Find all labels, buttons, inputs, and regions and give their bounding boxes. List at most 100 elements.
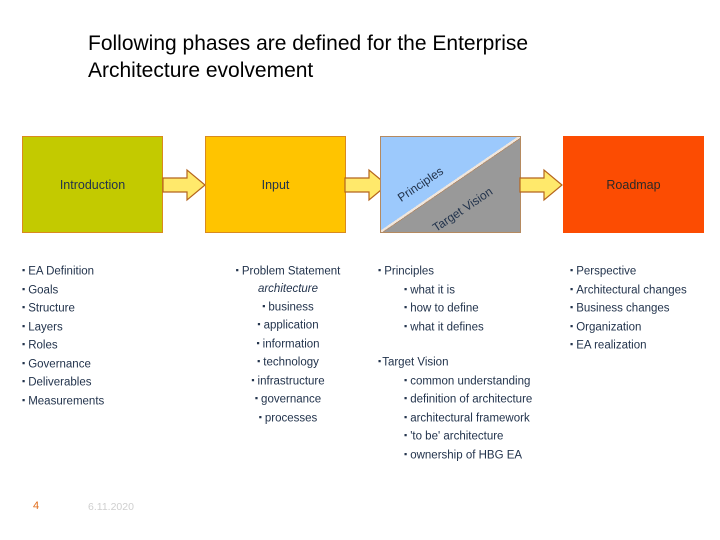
bullet-column-input: ▪ Problem Statement architecture ▪ business ▪…: [208, 262, 368, 427]
list-item: ▪ Organization: [570, 318, 720, 337]
list-item: ▪ governance: [208, 390, 368, 409]
square-bullet-icon: ▪: [256, 337, 260, 348]
list-item-label: infrastructure: [257, 375, 325, 387]
list-item-label: EA realization: [576, 339, 647, 352]
square-bullet-icon: ▪: [570, 302, 574, 312]
square-bullet-icon: ▪: [404, 411, 408, 422]
square-bullet-icon: ▪: [258, 411, 262, 422]
square-bullet-icon: ▪: [22, 339, 26, 349]
square-bullet-icon: ▪: [22, 376, 26, 386]
list-item-label: architecture: [257, 282, 319, 295]
square-bullet-icon: ▪: [378, 265, 382, 275]
list-item: ▪ Measurements: [22, 392, 187, 411]
list-item-label: Architectural changes: [576, 284, 687, 296]
list-item-label: Measurements: [28, 395, 105, 407]
list-item: ▪ Principles: [378, 262, 578, 281]
phase-flow-diagram: Introduction Input Principles Target Vis…: [0, 136, 720, 234]
square-bullet-icon: ▪: [254, 393, 259, 403]
square-bullet-icon: ▪: [22, 357, 26, 368]
right-arrow-icon: [519, 168, 563, 202]
right-arrow-icon: [162, 168, 206, 202]
list-item-label: application: [263, 319, 319, 332]
list-item-label: Principles: [384, 265, 435, 278]
list-item-label: Organization: [576, 321, 642, 333]
list-item-label: common understanding: [410, 375, 531, 387]
list-item: ▪ Layers: [22, 318, 187, 337]
bullet-column-principles-target-vision: ▪ Principles ▪ what it is ▪ how to define ▪ wha…: [378, 262, 578, 464]
list-item: ▪ technology: [208, 353, 368, 372]
page-title: Following phases are defined for the Ent…: [88, 32, 529, 82]
square-bullet-icon: ▪: [404, 302, 408, 312]
list-item-label: Layers: [28, 321, 63, 333]
phase-box-roadmap-label: Roadmap: [606, 177, 661, 192]
square-bullet-icon: ▪: [257, 319, 261, 329]
list-item-label: Business changes: [576, 302, 670, 315]
list-item: architecture: [208, 281, 368, 298]
list-item: ▪ common understanding: [378, 372, 578, 391]
phase-box-input-label: Input: [261, 177, 290, 192]
list-item: ▪ application: [208, 316, 368, 335]
list-item: ▪Target Vision: [378, 353, 578, 372]
square-bullet-icon: ▪: [404, 393, 408, 403]
bullet-column-roadmap: ▪ Perspective ▪ Architectural changes ▪ Busin…: [570, 262, 720, 355]
list-item-label: Roles: [28, 339, 58, 352]
square-bullet-icon: ▪: [251, 374, 255, 385]
square-bullet-icon: ▪: [570, 283, 574, 294]
square-bullet-icon: ▪: [262, 300, 266, 311]
list-item-label: Goals: [28, 284, 59, 296]
list-item-label: ownership of HBG EA: [410, 449, 523, 461]
list-item: ▪ Problem Statement: [208, 262, 368, 281]
square-bullet-icon: ▪: [570, 265, 574, 275]
square-bullet-icon: ▪: [235, 265, 239, 275]
square-bullet-icon: ▪: [570, 320, 574, 331]
list-item-label: governance: [261, 393, 322, 406]
list-item-label: Target Vision: [382, 356, 449, 369]
list-item-label: Structure: [28, 302, 75, 315]
list-item: ▪ Governance: [22, 355, 187, 374]
list-item: ▪ Business changes: [570, 299, 720, 318]
square-bullet-icon: ▪: [404, 283, 408, 294]
list-item-label: what it defines: [410, 321, 484, 333]
list-item-label: business: [268, 301, 314, 313]
list-item-label: definition of architecture: [410, 393, 533, 406]
square-bullet-icon: ▪: [22, 283, 26, 294]
list-item-label: information: [262, 338, 320, 350]
list-item: ▪ Structure: [22, 299, 187, 318]
square-bullet-icon: ▪: [22, 394, 26, 405]
bullet-column-introduction: ▪ EA Definition ▪ Goals ▪ Structure ▪ Layers ▪ Ro…: [22, 262, 187, 410]
list-item: ▪'to be' architecture: [378, 427, 578, 446]
list-item-label: what it is: [410, 284, 455, 296]
phase-box-principles-target-vision[interactable]: Principles Target Vision: [380, 136, 521, 233]
phase-box-introduction[interactable]: Introduction: [22, 136, 163, 233]
list-item-label: Problem Statement: [241, 265, 341, 278]
list-item: ▪ Perspective: [570, 262, 720, 281]
list-item: ▪ information: [208, 335, 368, 354]
square-bullet-icon: ▪: [570, 339, 574, 349]
square-bullet-icon: ▪: [257, 356, 261, 366]
square-bullet-icon: ▪: [378, 356, 382, 366]
square-bullet-icon: ▪: [404, 374, 408, 385]
square-bullet-icon: ▪: [404, 448, 408, 459]
list-item: ▪ Goals: [22, 281, 187, 300]
list-item: ▪ Architectural changes: [570, 281, 720, 300]
footer-date: 6.11.2020: [88, 501, 134, 513]
list-item-label: technology: [263, 356, 319, 369]
list-item: ▪ processes: [208, 409, 368, 428]
footer-page-number: 4: [33, 500, 40, 512]
list-item: ▪ ownership of HBG EA: [378, 446, 578, 465]
list-item: ▪ Roles: [22, 336, 187, 355]
list-item-label: EA Definition: [28, 265, 95, 278]
list-item: ▪ infrastructure: [208, 372, 368, 391]
list-item-label: Deliverables: [28, 376, 92, 389]
list-item-label: Governance: [28, 358, 91, 370]
list-item-label: how to define: [410, 302, 479, 315]
list-item-label: 'to be' architecture: [410, 430, 504, 443]
phase-box-input[interactable]: Input: [205, 136, 346, 233]
list-item: ▪ EA realization: [570, 336, 720, 355]
list-item: ▪ definition of architecture: [378, 390, 578, 409]
phase-box-roadmap[interactable]: Roadmap: [563, 136, 704, 233]
arrow-principles-to-roadmap: [519, 168, 563, 202]
list-item-label: architectural framework: [410, 412, 530, 424]
list-item-label: Perspective: [576, 265, 637, 278]
